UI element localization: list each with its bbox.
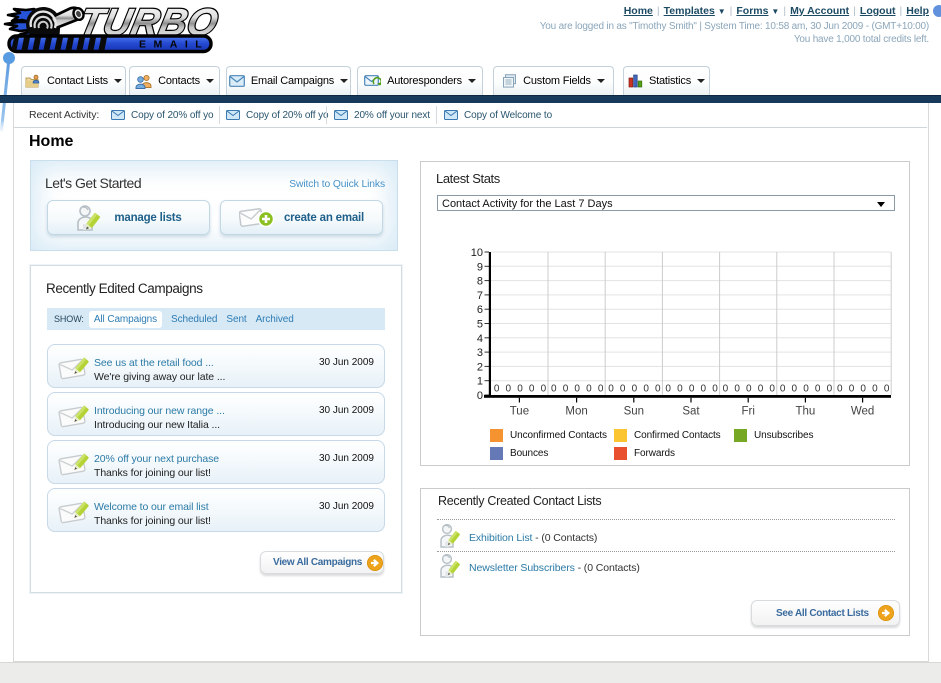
svg-text:EMAIL: EMAIL [139,39,209,51]
svg-text:6: 6 [477,304,483,316]
svg-text:0: 0 [608,384,614,395]
svg-text:0: 0 [803,384,809,395]
svg-text:0: 0 [632,384,638,395]
svg-text:0: 0 [884,384,890,395]
svg-text:10: 10 [471,247,483,259]
svg-text:0: 0 [723,384,729,395]
svg-text:0: 0 [769,384,775,395]
svg-text:0: 0 [551,384,557,395]
svg-text:Thu: Thu [795,406,815,418]
svg-text:0: 0 [677,384,683,395]
svg-text:9: 9 [477,261,483,273]
svg-text:0: 0 [643,384,649,395]
svg-text:5: 5 [477,319,483,331]
svg-text:0: 0 [701,384,707,395]
svg-text:0: 0 [541,384,547,395]
svg-text:0: 0 [758,384,764,395]
svg-text:0: 0 [598,384,604,395]
svg-text:1: 1 [477,376,483,388]
svg-text:0: 0 [792,384,798,395]
svg-text:Fri: Fri [741,406,754,418]
svg-text:0: 0 [780,384,786,395]
svg-text:3: 3 [477,347,483,359]
svg-text:0: 0 [494,384,500,395]
svg-text:0: 0 [477,390,483,402]
svg-text:0: 0 [827,384,833,395]
svg-text:0: 0 [837,384,843,395]
svg-text:0: 0 [655,384,661,395]
svg-text:0: 0 [665,384,671,395]
svg-text:Tue: Tue [510,406,529,418]
svg-text:0: 0 [872,384,878,395]
svg-text:0: 0 [586,384,592,395]
svg-text:2: 2 [477,361,483,373]
svg-text:0: 0 [849,384,855,395]
svg-text:0: 0 [506,384,512,395]
svg-text:0: 0 [620,384,626,395]
svg-text:0: 0 [563,384,569,395]
svg-text:0: 0 [529,384,535,395]
svg-text:8: 8 [477,276,483,288]
svg-text:Wed: Wed [851,406,874,418]
svg-text:0: 0 [734,384,740,395]
svg-text:0: 0 [712,384,718,395]
svg-text:0: 0 [689,384,695,395]
svg-text:0: 0 [860,384,866,395]
svg-text:0: 0 [574,384,580,395]
svg-text:0: 0 [815,384,821,395]
svg-text:Sat: Sat [682,406,700,418]
svg-text:4: 4 [477,333,483,345]
svg-text:Mon: Mon [565,406,587,418]
svg-text:0: 0 [746,384,752,395]
svg-text:Sun: Sun [624,406,644,418]
svg-text:7: 7 [477,290,483,302]
svg-text:0: 0 [517,384,523,395]
